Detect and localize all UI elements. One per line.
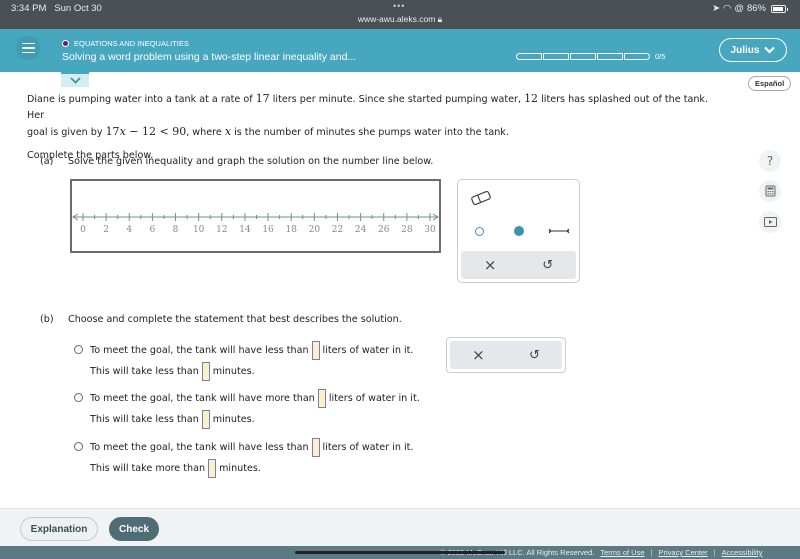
clear-button[interactable]: × — [484, 256, 497, 274]
tick-label: 4 — [126, 225, 132, 235]
tick-label: 16 — [262, 225, 274, 235]
number-line-graph[interactable]: 0 2 4 6 8 10 12 14 16 18 20 22 24 26 28 30 — [70, 179, 441, 253]
progress-segment — [570, 53, 596, 60]
calculator-button[interactable] — [759, 180, 781, 202]
tick-label: 2 — [103, 225, 109, 235]
graph-actions: × ↺ — [461, 251, 576, 279]
video-icon — [763, 217, 777, 227]
lock-rotation-icon: @ — [734, 3, 744, 14]
closed-circle-tool[interactable] — [514, 226, 524, 236]
minutes-input[interactable] — [201, 362, 210, 381]
topic-label: EQUATIONS AND INEQUALITIES — [62, 39, 189, 48]
liters-input[interactable] — [317, 389, 326, 408]
status-icons: ➤ ◠ @ 86% — [712, 3, 788, 14]
part-a-label: (a) — [40, 156, 54, 167]
time-text: 3:34 PM — [11, 3, 47, 14]
calculator-icon — [765, 185, 775, 197]
undo-button[interactable]: ↺ — [542, 258, 553, 273]
collapse-header-button[interactable] — [61, 72, 89, 87]
number-line[interactable]: 0 2 4 6 8 10 12 14 16 18 20 22 24 26 28 30 — [72, 181, 439, 251]
wifi-icon: ◠ — [723, 3, 732, 14]
chevron-down-icon — [69, 77, 81, 84]
check-button[interactable]: Check — [109, 517, 159, 541]
eraser-icon[interactable] — [470, 190, 492, 206]
tick-label: 12 — [216, 225, 227, 235]
status-time: 3:34 PM Sun Oct 30 — [11, 3, 102, 14]
liters-input[interactable] — [311, 438, 320, 457]
minutes-input[interactable] — [201, 410, 210, 429]
progress-label: 0/5 — [655, 52, 666, 61]
part-b-text: Choose and complete the statement that b… — [68, 314, 402, 325]
tick-label: 8 — [173, 225, 179, 235]
date-text: Sun Oct 30 — [54, 3, 102, 14]
tick-label: 0 — [80, 225, 86, 235]
tick-label: 20 — [309, 225, 321, 235]
clear-button[interactable]: × — [472, 346, 485, 364]
tick-label: 6 — [150, 225, 156, 235]
privacy-link[interactable]: Privacy Center — [658, 548, 707, 557]
tick-label: 24 — [355, 225, 367, 235]
help-icon: ? — [766, 154, 774, 168]
tab-dots-icon[interactable]: ••• — [393, 1, 405, 11]
help-button[interactable]: ? — [759, 150, 781, 172]
open-circle-tool[interactable] — [475, 227, 484, 236]
progress-bar: 0/5 — [516, 52, 665, 61]
part-a-text: Solve the given inequality and graph the… — [68, 156, 434, 167]
segment-tool[interactable] — [547, 227, 571, 235]
app-header: EQUATIONS AND INEQUALITIES Solving a wor… — [0, 29, 800, 72]
footer-bar: Explanation Check — [0, 508, 800, 546]
minutes-input[interactable] — [208, 459, 217, 478]
terms-link[interactable]: Terms of Use — [600, 548, 644, 557]
answer-actions-panel: × ↺ — [446, 337, 566, 373]
graph-tool-panel: × ↺ — [457, 179, 580, 283]
topic-dot-icon — [62, 40, 69, 47]
liters-input[interactable] — [311, 341, 320, 360]
location-icon: ➤ — [712, 3, 721, 14]
progress-segment — [516, 53, 542, 60]
problem-line-1: Diane is pumping water into a tank at a … — [27, 92, 709, 121]
tick-label: 18 — [285, 225, 297, 235]
url-bar[interactable]: www-awu.aleks.com 🔒︎ — [0, 14, 800, 25]
problem-line-2: goal is given by 17x − 12 < 90, where x … — [27, 125, 509, 138]
tick-label: 14 — [239, 225, 251, 235]
battery-icon — [771, 4, 788, 13]
chevron-down-icon — [764, 46, 776, 54]
problem-statement: Diane is pumping water into a tank at a … — [27, 91, 727, 164]
tick-label: 30 — [424, 225, 436, 235]
user-menu-button[interactable]: Julius — [719, 38, 787, 62]
option-1-radio[interactable] — [74, 345, 83, 354]
battery-percent: 86% — [746, 3, 766, 14]
topic-text: EQUATIONS AND INEQUALITIES — [74, 39, 189, 48]
option-3-radio[interactable] — [74, 442, 83, 451]
progress-segment — [597, 53, 623, 60]
url-text: www-awu.aleks.com — [357, 14, 436, 24]
ios-status-bar: 3:34 PM Sun Oct 30 ••• www-awu.aleks.com… — [0, 0, 800, 29]
legal-bar: © 2022 McGraw Hill LLC. All Rights Reser… — [0, 546, 800, 559]
option-2-radio[interactable] — [74, 393, 83, 402]
user-name: Julius — [730, 44, 760, 56]
espanol-button[interactable]: Español — [748, 76, 792, 91]
explanation-button[interactable]: Explanation — [20, 517, 98, 541]
tick-label: 10 — [193, 225, 205, 235]
lesson-title: Solving a word problem using a two-step … — [62, 51, 357, 63]
hamburger-icon — [21, 42, 35, 45]
part-b-label: (b) — [40, 314, 54, 325]
progress-segment — [624, 53, 650, 60]
tick-label: 28 — [401, 225, 413, 235]
video-button[interactable] — [759, 211, 781, 233]
inequality: 17x − 12 < 90 — [105, 125, 187, 138]
accessibility-link[interactable]: Accessibility — [722, 548, 763, 557]
tick-label: 22 — [332, 225, 343, 235]
lock-icon: 🔒︎ — [437, 14, 443, 24]
undo-button[interactable]: ↺ — [529, 348, 540, 363]
menu-button[interactable] — [16, 36, 40, 60]
progress-segment — [543, 53, 569, 60]
tick-label: 26 — [378, 225, 390, 235]
home-indicator — [295, 551, 505, 554]
